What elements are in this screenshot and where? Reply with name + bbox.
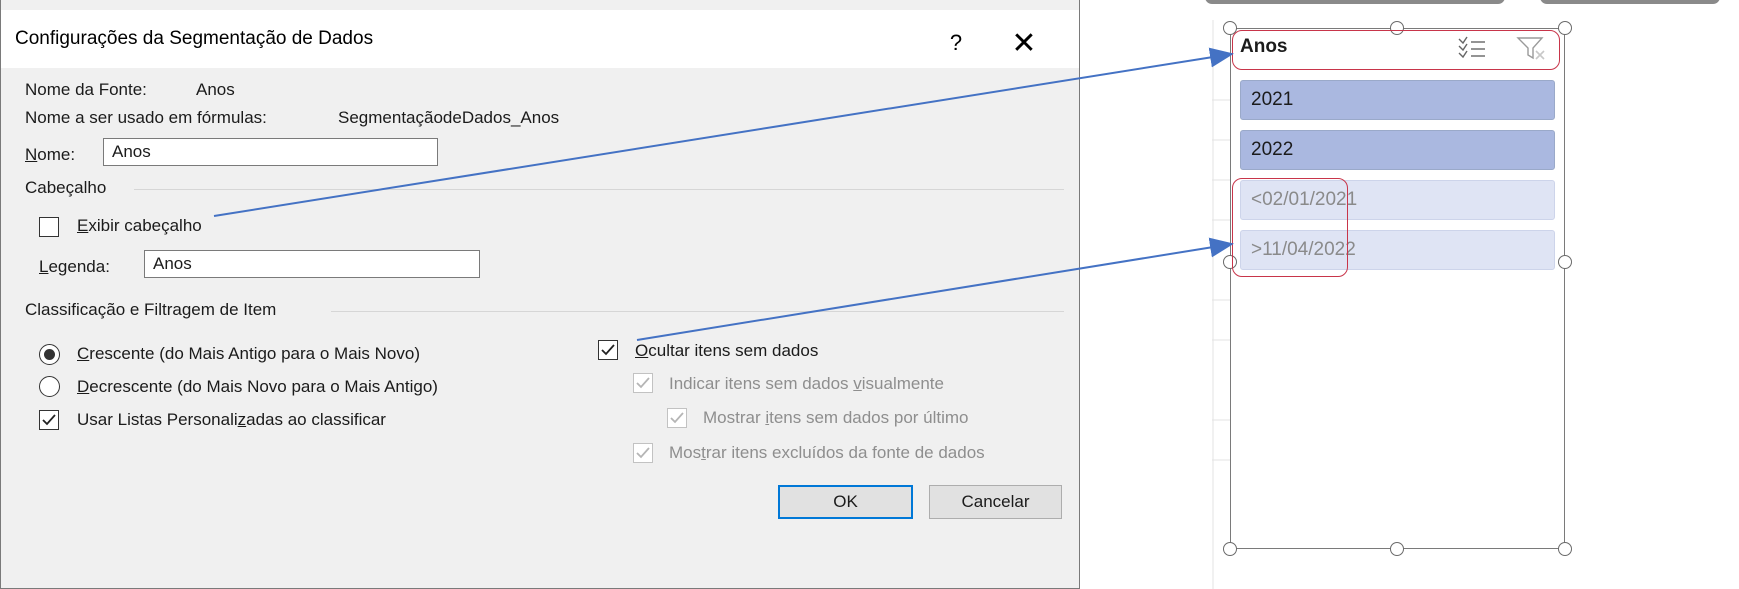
arrow-to-slicer-header <box>213 47 1234 217</box>
annotation-arrows <box>213 47 1234 341</box>
arrow-to-no-data-items <box>636 237 1234 341</box>
